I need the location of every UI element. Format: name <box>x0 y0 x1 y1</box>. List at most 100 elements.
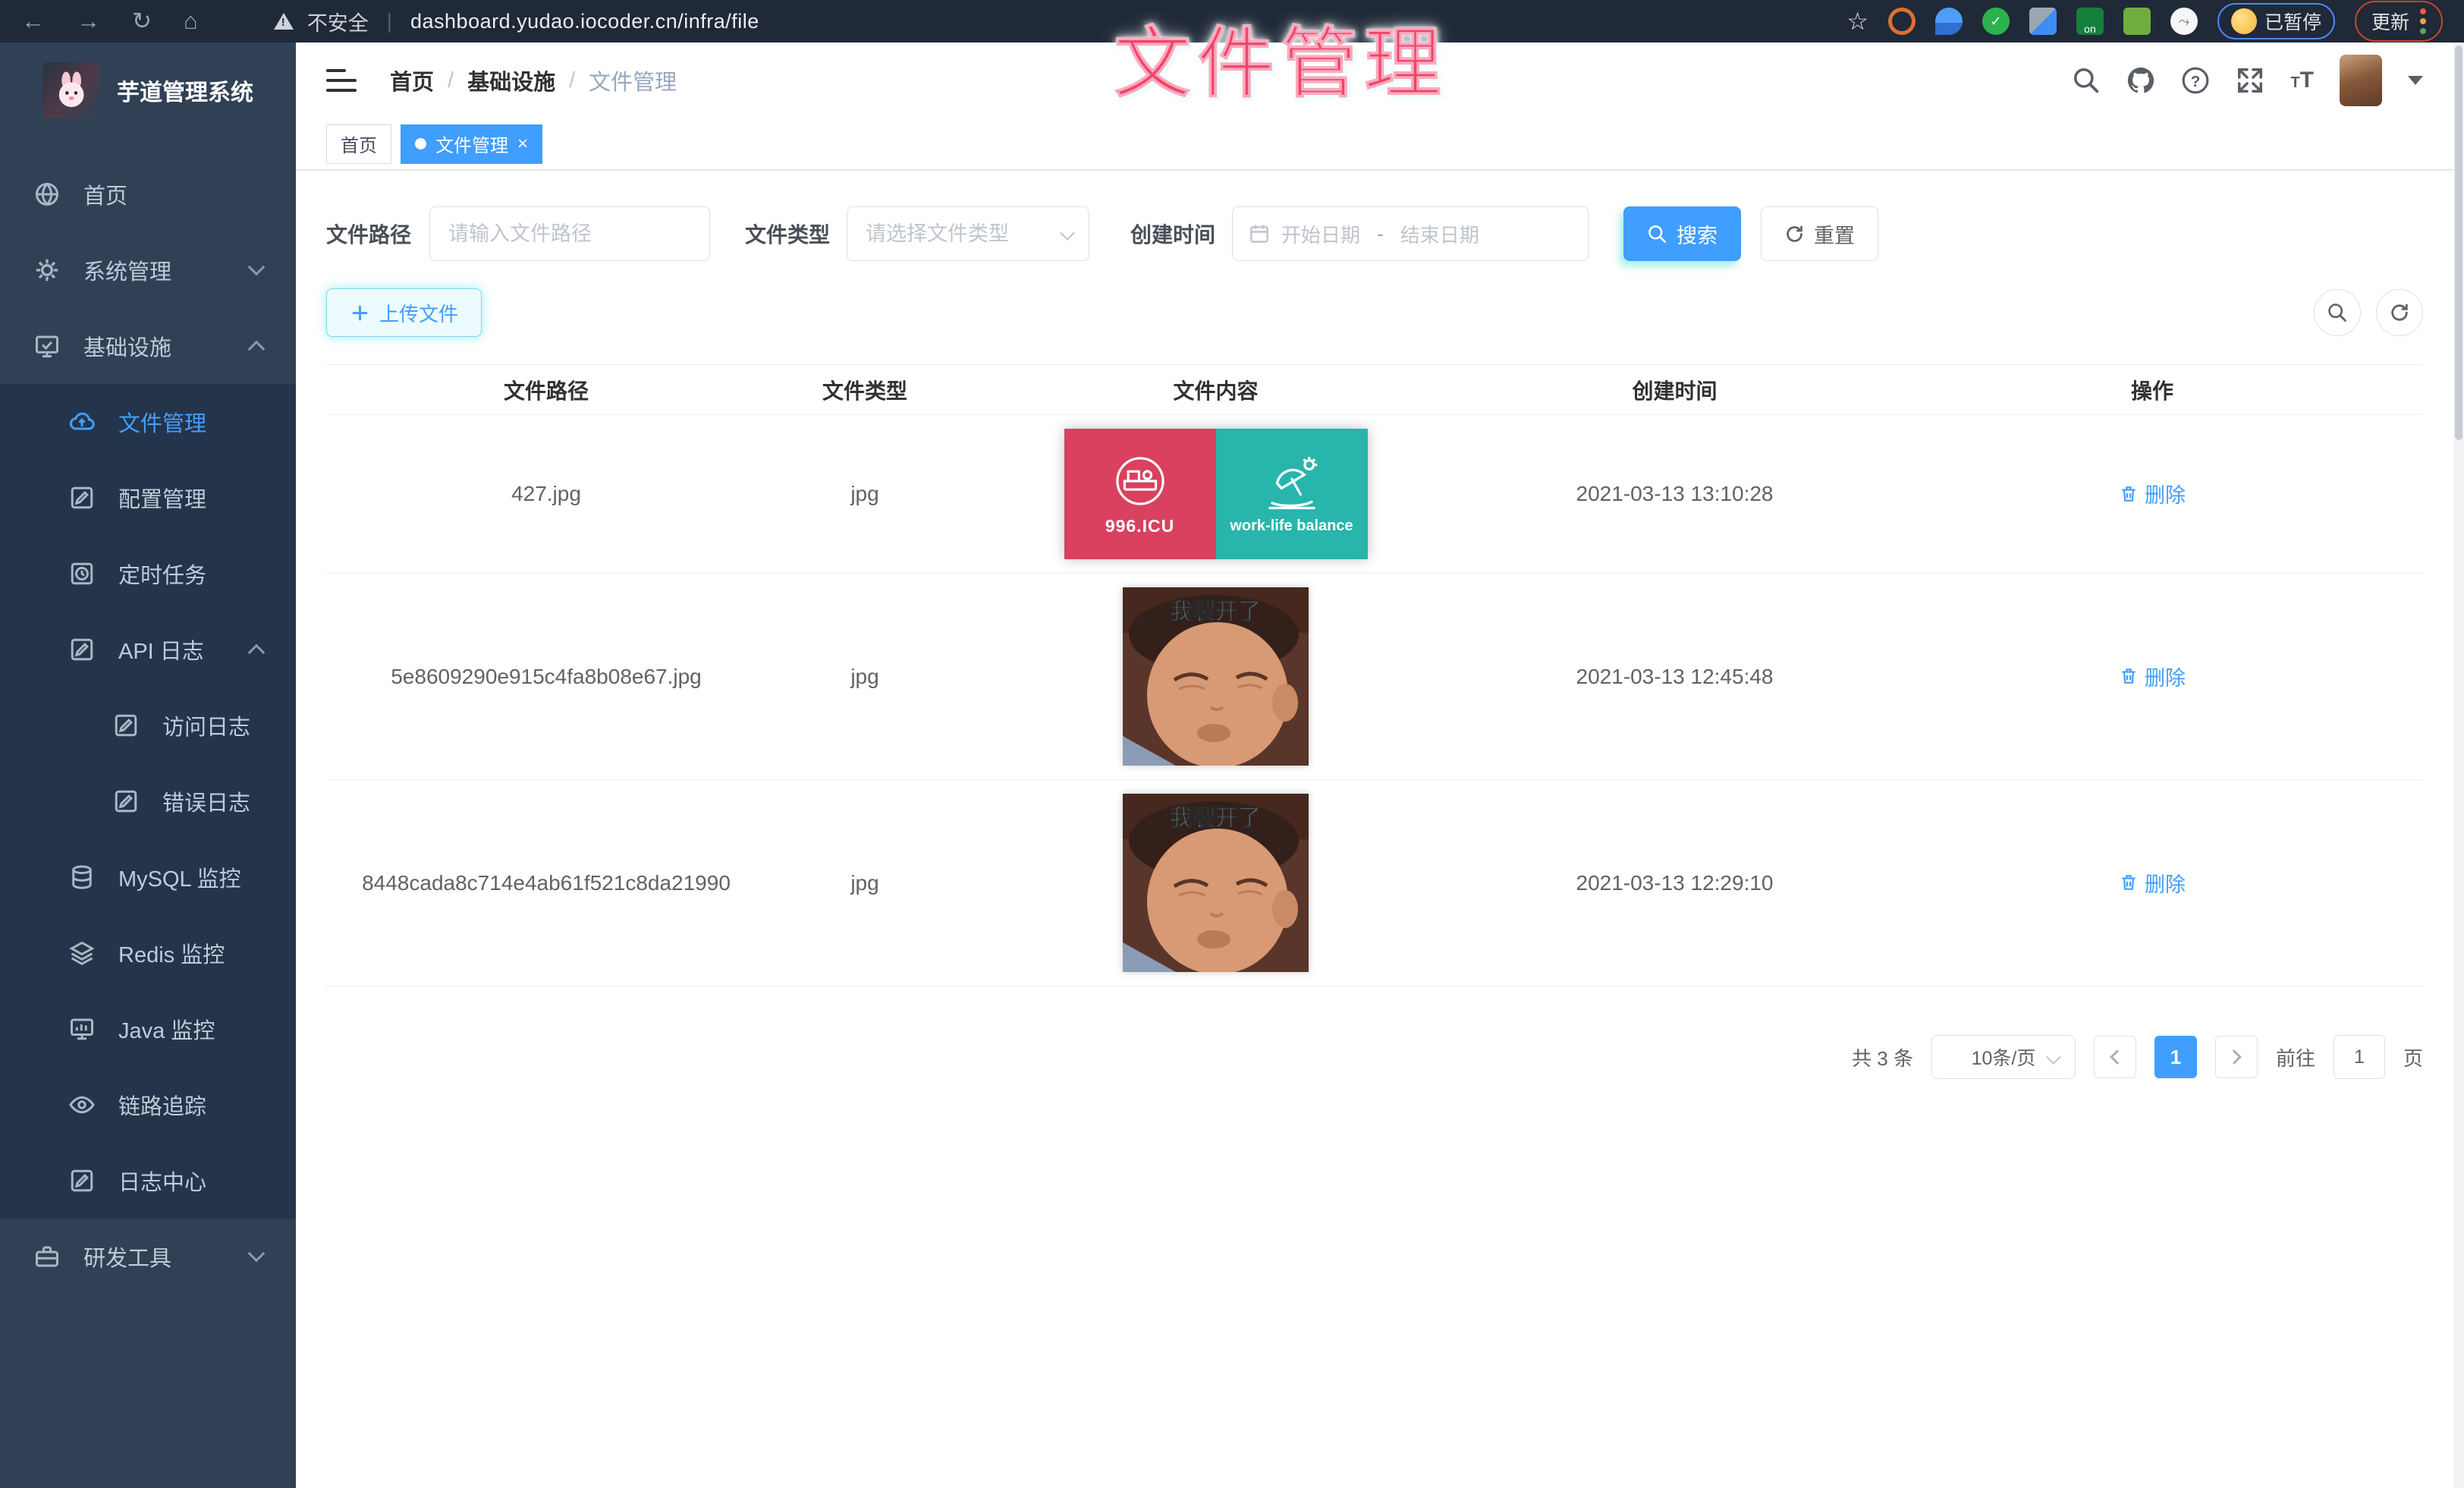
beach-umbrella-icon <box>1262 454 1322 513</box>
sidebar-item-infra[interactable]: 基础设施 <box>0 308 296 384</box>
sidebar-item-error-log[interactable]: 错误日志 <box>0 763 296 839</box>
sidebar-item-java-monitor[interactable]: Java 监控 <box>0 991 296 1067</box>
next-page-button[interactable] <box>2215 1036 2258 1078</box>
tag-home[interactable]: 首页 <box>326 124 391 164</box>
close-icon[interactable]: × <box>517 135 528 153</box>
sidebar-item-config-manage[interactable]: 配置管理 <box>0 460 296 536</box>
end-date-placeholder[interactable]: 结束日期 <box>1400 220 1479 248</box>
delete-button[interactable]: 删除 <box>2119 868 2186 898</box>
extension-orange-icon[interactable] <box>1888 8 1916 35</box>
help-icon[interactable] <box>2181 66 2210 95</box>
font-size-icon[interactable]: TT <box>2290 68 2314 93</box>
browser-home-icon[interactable]: ⌂ <box>184 8 198 35</box>
profile-chip[interactable]: 已暂停 <box>2217 3 2335 39</box>
prev-page-button[interactable] <box>2094 1036 2136 1078</box>
page-number-current[interactable]: 1 <box>2154 1036 2197 1078</box>
upload-file-button[interactable]: 上传文件 <box>326 288 482 337</box>
hide-search-button[interactable] <box>2314 289 2361 336</box>
sidebar-item-redis-monitor[interactable]: Redis 监控 <box>0 915 296 991</box>
page-scrollbar[interactable] <box>2453 42 2464 1488</box>
extensions-puzzle-icon[interactable]: ⤳ <box>2170 8 2198 35</box>
extension-green-check-icon[interactable]: ✓ <box>1982 8 2010 35</box>
file-preview-meme[interactable]: 我裂开了 <box>1123 794 1309 972</box>
sidebar-item-mysql-monitor[interactable]: MySQL 监控 <box>0 839 296 915</box>
search-icon[interactable] <box>2072 66 2101 95</box>
app-logo-row[interactable]: 芋道管理系统 <box>0 42 296 138</box>
scrollbar-thumb[interactable] <box>2455 46 2462 440</box>
address-bar[interactable]: 不安全 | dashboard.yudao.iocoder.cn/infra/f… <box>274 7 759 36</box>
goto-page-input[interactable] <box>2334 1035 2385 1079</box>
breadcrumb-home[interactable]: 首页 <box>390 64 434 96</box>
sidebar-item-access-log[interactable]: 访问日志 <box>0 687 296 763</box>
reset-button[interactable]: 重置 <box>1761 206 1878 261</box>
sidebar-submenu-infra: 文件管理 配置管理 定时任务 API 日志 访问日志 错误日志 <box>0 384 296 1219</box>
file-type-select-input[interactable] <box>847 206 1089 261</box>
extension-grid-icon[interactable] <box>2029 8 2057 35</box>
search-button[interactable]: 搜索 <box>1623 206 1741 261</box>
table-header-row: 文件路径 文件类型 文件内容 创建时间 操作 <box>326 365 2423 415</box>
github-icon[interactable] <box>2126 66 2155 95</box>
date-range-picker[interactable]: 开始日期 - 结束日期 <box>1232 206 1589 261</box>
user-menu-caret-icon[interactable] <box>2408 76 2423 85</box>
banner-right-text: work-life balance <box>1230 517 1353 535</box>
page-size-value[interactable] <box>1931 1035 2076 1079</box>
sidebar-item-label: 定时任务 <box>118 558 206 590</box>
sidebar-item-label: 系统管理 <box>83 254 171 286</box>
file-preview-meme[interactable]: 我裂开了 <box>1123 587 1309 766</box>
gear-icon <box>33 256 61 284</box>
browser-back-icon[interactable]: ← <box>21 8 45 35</box>
sidebar-item-scheduled-jobs[interactable]: 定时任务 <box>0 536 296 612</box>
sidebar-toggle-icon[interactable] <box>326 69 357 92</box>
sidebar-item-api-log[interactable]: API 日志 <box>0 612 296 687</box>
refresh-icon <box>1784 224 1805 244</box>
breadcrumb: 首页 / 基础设施 / 文件管理 <box>390 64 677 96</box>
chevron-down-icon <box>248 1245 266 1263</box>
chevron-down-icon <box>248 259 266 276</box>
bookmark-star-icon[interactable]: ☆ <box>1846 7 1868 36</box>
browser-reload-icon[interactable]: ↻ <box>132 8 152 35</box>
delete-label: 删除 <box>2145 479 2186 508</box>
edit-icon <box>68 484 96 511</box>
file-path-input[interactable] <box>429 206 710 261</box>
sidebar-item-tracing[interactable]: 链路追踪 <box>0 1067 296 1143</box>
extension-on-badge[interactable]: on <box>2076 8 2104 35</box>
cell-file-content: 我裂开了 <box>963 780 1468 986</box>
sidebar-item-log-center[interactable]: 日志中心 <box>0 1143 296 1219</box>
sidebar-item-dev-tools[interactable]: 研发工具 <box>0 1219 296 1295</box>
refresh-table-button[interactable] <box>2376 289 2423 336</box>
navbar-actions: TT <box>2072 55 2423 106</box>
browser-forward-icon[interactable]: → <box>77 8 100 35</box>
browser-menu-kebab-icon[interactable] <box>2420 8 2426 34</box>
sidebar-item-home[interactable]: 首页 <box>0 156 296 232</box>
extension-leaf-icon[interactable] <box>2123 8 2151 35</box>
pagination-total: 共 3 条 <box>1852 1043 1913 1071</box>
page-size-select[interactable] <box>1931 1035 2076 1079</box>
fullscreen-icon[interactable] <box>2236 66 2264 95</box>
search-button-label: 搜索 <box>1677 219 1718 249</box>
tag-file-manage[interactable]: 文件管理 × <box>401 124 542 164</box>
delete-label: 删除 <box>2145 662 2186 691</box>
file-type-select[interactable] <box>847 206 1089 261</box>
delete-button[interactable]: 删除 <box>2119 662 2186 691</box>
file-table: 文件路径 文件类型 文件内容 创建时间 操作 427.jpg jpg 996.I… <box>326 364 2423 986</box>
user-avatar[interactable] <box>2340 55 2382 106</box>
security-label[interactable]: 不安全 <box>307 7 369 36</box>
meme-caption: 我裂开了 <box>1170 599 1261 624</box>
trash-icon <box>2119 484 2139 504</box>
meme-caption: 我裂开了 <box>1170 806 1261 831</box>
sidebar-item-label: 文件管理 <box>118 406 206 438</box>
sidebar-item-system[interactable]: 系统管理 <box>0 232 296 308</box>
browser-update-button[interactable]: 更新 <box>2355 1 2443 42</box>
file-preview-996icu[interactable]: 996.ICU work-life balance <box>1064 429 1368 559</box>
sidebar-item-label: 链路追踪 <box>118 1089 206 1121</box>
breadcrumb-section[interactable]: 基础设施 <box>467 64 555 96</box>
table-row: 5e8609290e915c4fa8b08e67.jpg jpg <box>326 574 2423 780</box>
url-text[interactable]: dashboard.yudao.iocoder.cn/infra/file <box>410 10 759 33</box>
extension-pin-icon[interactable] <box>1935 8 1963 35</box>
col-header-created: 创建时间 <box>1468 375 1881 405</box>
breadcrumb-separator: / <box>569 68 575 93</box>
banner-right-panel: work-life balance <box>1216 429 1368 559</box>
delete-button[interactable]: 删除 <box>2119 479 2186 508</box>
sidebar-item-file-manage[interactable]: 文件管理 <box>0 384 296 460</box>
start-date-placeholder[interactable]: 开始日期 <box>1281 220 1360 248</box>
